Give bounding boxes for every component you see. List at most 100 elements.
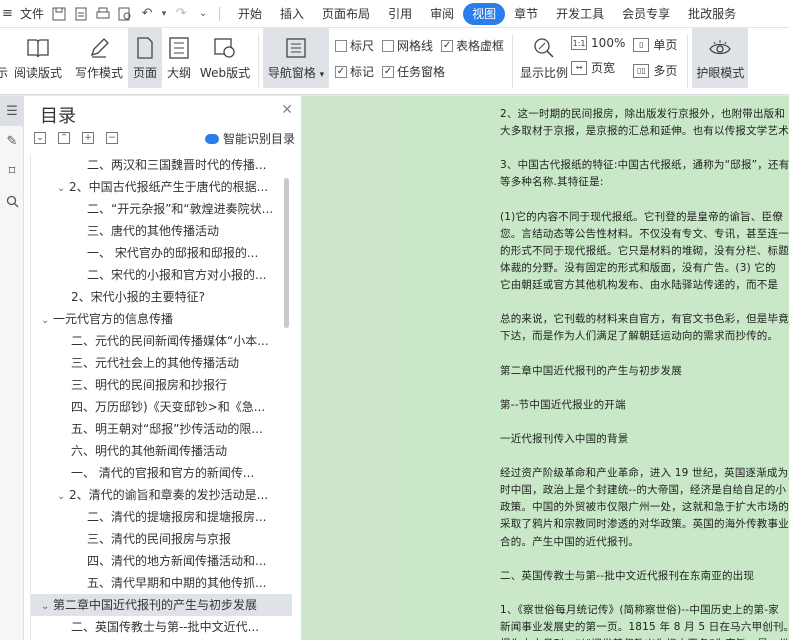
toc-item-selected[interactable]: ⌄ 第二章中国近代报刊的产生与初步发展	[31, 594, 292, 616]
web-layout-button[interactable]: Web版式	[196, 28, 254, 88]
search-icon[interactable]	[0, 186, 24, 216]
nav-pane-button[interactable]: 导航窗格 ▾	[263, 28, 329, 88]
tab-grading[interactable]: 批改服务	[679, 3, 745, 25]
toc-title: 目录	[40, 106, 76, 127]
chevron-down-icon[interactable]: ⌄	[57, 486, 69, 506]
document-line: 3、中国古代报纸的特征:中国古代报纸，通称为“邸报”，还有	[500, 159, 789, 172]
tab-member[interactable]: 会员专享	[613, 3, 679, 25]
gridlines-checkbox[interactable]: 网格线	[382, 37, 433, 54]
toc-item[interactable]: 一、 清代的官报和官方的新闻传...	[31, 462, 292, 484]
quick-access-toolbar: ↶ ▾ ↷ ⌄	[50, 5, 223, 23]
task-pane-checkbox[interactable]: ✓ 任务窗格	[382, 63, 445, 80]
toc-item[interactable]: 五、明王朝对“邸报”抄传活动的限...	[31, 418, 292, 440]
remove-heading-icon[interactable]: −	[106, 132, 118, 144]
side-strip: ☰ ✎ ⌑	[0, 96, 24, 640]
outline-icon	[167, 36, 191, 60]
tab-home[interactable]: 开始	[229, 3, 271, 25]
toc-item[interactable]: 五、清代早期和中期的其他传抓...	[31, 572, 292, 594]
file-menu[interactable]: 文件	[20, 5, 44, 22]
toc-item[interactable]: 四、万历邸钞)《天变邸钞>和《急...	[31, 396, 292, 418]
toc-item[interactable]: 六、明代的其他新闻传播活动	[31, 440, 292, 462]
chevron-down-icon[interactable]: ⌄	[57, 178, 69, 198]
document-line: 总的来说，它刊载的材料来自官方，有官文书色彩，但是毕竟	[500, 313, 789, 326]
document-line: 它由朝廷或官方其他机构发布、由水陆驿站传递的，而不是	[500, 279, 779, 291]
display-ratio-button[interactable]: 显示比例	[517, 28, 571, 88]
smart-toc-label: 智能识别目录	[222, 132, 295, 146]
save-icon[interactable]	[50, 5, 68, 23]
page-view-button[interactable]: 页面	[128, 28, 162, 88]
toc-item[interactable]: 二、宋代的小报和官方对小报的...	[31, 264, 292, 286]
export-pdf-icon[interactable]	[72, 5, 90, 23]
close-icon[interactable]: ✕	[281, 102, 293, 118]
print-icon[interactable]	[94, 5, 112, 23]
print-preview-icon[interactable]	[116, 5, 134, 23]
ribbon-tabs: 开始 插入 页面布局 引用 审阅 视图 章节 开发工具 会员专享 批改服务	[229, 0, 745, 28]
tab-chapter[interactable]: 章节	[505, 3, 547, 25]
marks-checkbox[interactable]: ✓ 标记	[335, 63, 374, 80]
toc-item[interactable]: 三、清代的民间报房与京报	[31, 528, 292, 550]
bookmark-icon[interactable]: ⌑	[0, 156, 24, 186]
outline-button[interactable]: 大纲	[162, 28, 196, 88]
multi-page-button[interactable]: ▯▯ 多页	[633, 62, 677, 79]
eye-mode-button[interactable]: 护眼模式	[692, 28, 749, 88]
writing-mode-button[interactable]: 写作模式	[70, 28, 128, 88]
menu-bar: ≡ 文件 ↶ ▾ ↷ ⌄ 开始 插入 页面布局 引用 审阅 视图 章节 开发工具…	[0, 0, 789, 28]
single-page-button[interactable]: ▯ 单页	[633, 36, 677, 53]
tab-view[interactable]: 视图	[463, 2, 506, 25]
toc-item[interactable]: 二、元代的民间新闻传播媒体“小本...	[31, 330, 292, 352]
toc-item[interactable]: 三、元代社会上的其他传播活动	[31, 352, 292, 374]
tab-review[interactable]: 审阅	[421, 3, 463, 25]
expand-up-icon[interactable]: ⌃	[58, 132, 70, 144]
zoom-options: 1:1 100% ↔ 页宽	[571, 28, 625, 76]
toc-item[interactable]: ⌄ 一元代官方的信息传播	[31, 308, 292, 330]
document-line: 报为中文月刊，以“阐发基督教义为根本要务”为宗旨，是一份	[500, 636, 789, 640]
toc-item[interactable]: 二、两汉和三国魏晋时代的传播...	[31, 154, 292, 176]
toc-item[interactable]: 三、明代的民间报房和抄报行	[31, 374, 292, 396]
tab-insert[interactable]: 插入	[271, 3, 313, 25]
toc-item[interactable]: 二、英国传教士与第--批中文近代...	[31, 616, 292, 638]
toc-item[interactable]: 2、宋代小报的主要特征?	[31, 286, 292, 308]
collapse-all-icon[interactable]: ⌄	[34, 132, 46, 144]
undo-dropdown-icon[interactable]: ▾	[160, 5, 168, 23]
eye-mode-label: 护眼模式	[696, 66, 745, 80]
document-line: 一近代报刊传入中国的背景	[500, 432, 629, 445]
toc-scrollbar[interactable]	[284, 178, 289, 328]
page-width-button[interactable]: ↔ 页宽	[571, 59, 625, 76]
document-line: 经过资产阶级革命和产业革命，进入 19 世纪，英国逐渐成为	[500, 467, 789, 480]
toc-item[interactable]: ⌄ 2、清代的谕旨和章奏的发抄活动是...	[31, 484, 292, 506]
chevron-down-icon[interactable]: ⌄	[41, 596, 53, 616]
chapter-icon[interactable]: ✎	[0, 126, 24, 156]
toc-item[interactable]: 二、“开元杂报”和“敦煌进奏院状...	[31, 198, 292, 220]
reading-mode-button[interactable]: 阅读版式	[6, 28, 70, 88]
tab-references[interactable]: 引用	[379, 3, 421, 25]
toc-item[interactable]: ⌄ 2、中国古代报纸产生于唐代的根据...	[31, 176, 292, 198]
table-gridlines-checkbox[interactable]: ✓ 表格虚框	[441, 37, 504, 54]
book-icon	[26, 36, 50, 60]
more-icon[interactable]: ⌄	[194, 5, 212, 23]
chevron-down-icon[interactable]: ⌄	[41, 310, 53, 330]
reading-mode-label: 阅读版式	[13, 66, 62, 80]
toc-item[interactable]: 三、唐代的其他传播活动	[31, 220, 292, 242]
page-icon	[133, 36, 157, 60]
document-line: 体裁的分野。没有固定的形式和版面，没有广告。(3) 它的	[500, 261, 776, 274]
tab-developer[interactable]: 开发工具	[547, 3, 613, 25]
smart-toc-button[interactable]: 智能识别目录	[204, 130, 295, 147]
toc-item[interactable]: 一、 宋代官办的邸报和邸报的...	[31, 242, 292, 264]
pen-icon	[87, 36, 111, 60]
tab-page-layout[interactable]: 页面布局	[313, 3, 379, 25]
eye-icon	[708, 36, 732, 60]
document-page[interactable]: 2、这一时期的民间报房，除出版发行京报外，也附带出版和 大多取材于京报，是京报的汇…	[402, 96, 789, 640]
toc-list: 二、两汉和三国魏晋时代的传播... ⌄ 2、中国古代报纸产生于唐代的根据... 二…	[30, 154, 292, 640]
undo-icon[interactable]: ↶	[138, 5, 156, 23]
document-line: 1、《察世俗每月统记传》(简称察世俗)--中国历史上的第-家	[500, 603, 779, 616]
divider	[512, 34, 514, 88]
toc-item[interactable]: 二、清代的提塘报房和提塘报房...	[31, 506, 292, 528]
menu-icon[interactable]: ≡	[2, 6, 18, 21]
redo-icon[interactable]: ↷	[172, 5, 190, 23]
toc-item[interactable]: 四、清代的地方新闻传播活动和...	[31, 550, 292, 572]
toc-panel-icon[interactable]: ☰	[0, 96, 24, 126]
zoom-100-button[interactable]: 1:1 100%	[571, 36, 625, 50]
add-heading-icon[interactable]: +	[82, 132, 94, 144]
nav-pane-icon	[284, 36, 308, 60]
ruler-checkbox[interactable]: 标尺	[335, 37, 374, 54]
